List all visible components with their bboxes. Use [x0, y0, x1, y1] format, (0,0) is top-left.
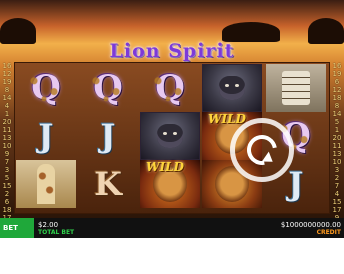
payline-number: 5 [4, 174, 10, 182]
symbol-j: J [78, 112, 138, 160]
payline-number: 4 [334, 190, 340, 198]
payline-number: 2 [334, 174, 340, 182]
footer-bar: BET $2.00 TOTAL BET $1000000000.00 CREDI… [0, 218, 344, 238]
credit-value: $1000000000.00 [280, 220, 341, 229]
total-bet-display: $2.00 TOTAL BET [38, 218, 74, 238]
payline-numbers-left: 1612198144120111310973515261817 [0, 62, 14, 222]
symbol-letter: J [100, 117, 116, 155]
wild-label: WILD [146, 160, 184, 174]
payline-number: 16 [332, 62, 342, 70]
payline-number: 6 [4, 198, 10, 206]
symbol-letter: K [94, 165, 122, 203]
payline-number: 1 [4, 110, 10, 118]
symbol-gorilla [140, 112, 200, 160]
payline-number: 12 [332, 86, 342, 94]
payline-numbers-right: 1619612188145120111310327415179 [330, 62, 344, 222]
symbol-letter: J [288, 165, 304, 203]
payline-number: 10 [2, 142, 12, 150]
payline-number: 16 [2, 62, 12, 70]
payline-number: 6 [334, 78, 340, 86]
total-bet-label: TOTAL BET [38, 228, 75, 236]
payline-number: 18 [332, 94, 342, 102]
symbol-j: J [16, 112, 76, 160]
totem-icon [282, 71, 310, 105]
payline-number: 13 [2, 134, 12, 142]
symbol-k: K [78, 160, 138, 208]
payline-number: 12 [2, 70, 12, 78]
tree-silhouette [222, 22, 280, 42]
payline-number: 18 [2, 206, 12, 214]
symbol-totem [266, 64, 326, 112]
gorilla-icon [219, 76, 245, 100]
payline-number: 3 [4, 166, 10, 174]
payline-number: 7 [4, 158, 10, 166]
spots-decoration [150, 70, 190, 106]
payline-number: 17 [332, 206, 342, 214]
symbol-giraffe [16, 160, 76, 208]
payline-number: 7 [334, 182, 340, 190]
payline-number: 1 [334, 126, 340, 134]
bet-button[interactable]: BET [0, 218, 34, 238]
payline-number: 10 [332, 158, 342, 166]
payline-number: 20 [332, 134, 342, 142]
payline-number: 2 [4, 190, 10, 198]
gorilla-icon [157, 124, 183, 148]
payline-number: 19 [2, 78, 12, 86]
game-title: Lion Spirit [109, 40, 235, 62]
spots-decoration [26, 70, 66, 106]
payline-number: 19 [332, 70, 342, 78]
payline-number: 20 [2, 118, 12, 126]
symbol-q: Q [16, 64, 76, 112]
payline-number: 9 [4, 150, 10, 158]
blank-area [0, 238, 344, 274]
payline-number: 4 [4, 102, 10, 110]
spots-decoration [88, 70, 128, 106]
symbol-q: Q [140, 64, 200, 112]
payline-number: 15 [2, 182, 12, 190]
payline-number: 14 [332, 110, 342, 118]
payline-number: 8 [4, 86, 10, 94]
wild-label: WILD [208, 112, 246, 126]
payline-number: 13 [332, 150, 342, 158]
symbol-letter: J [38, 117, 54, 155]
symbol-gorilla [202, 64, 262, 112]
giraffe-icon [37, 164, 55, 204]
payline-number: 11 [332, 142, 342, 150]
payline-number: 5 [334, 118, 340, 126]
total-bet-value: $2.00 [38, 220, 59, 229]
spin-button[interactable] [230, 118, 294, 182]
spin-icon [241, 129, 283, 171]
payline-number: 14 [2, 94, 12, 102]
symbol-wild-lion: WILD [140, 160, 200, 208]
symbol-q: Q [78, 64, 138, 112]
payline-number: 3 [334, 166, 340, 174]
payline-number: 8 [334, 102, 340, 110]
credit-label: CREDIT [316, 228, 341, 236]
credit-display: $1000000000.00 CREDIT [281, 218, 344, 238]
payline-number: 11 [2, 126, 12, 134]
payline-number: 15 [332, 198, 342, 206]
